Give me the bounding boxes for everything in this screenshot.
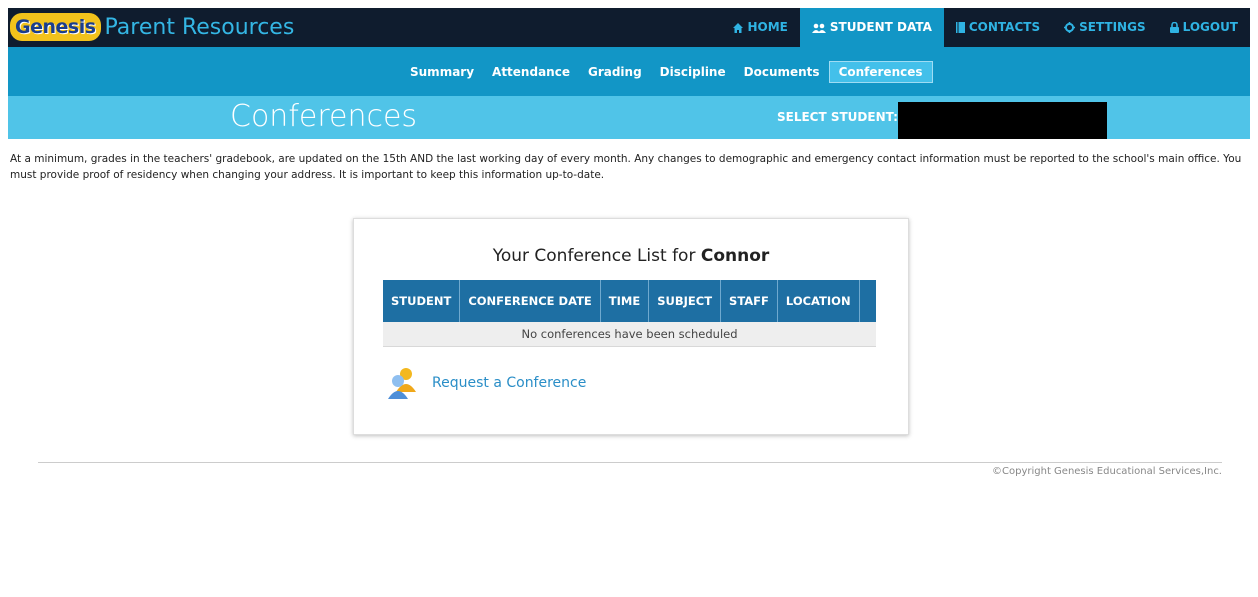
notice-text: At a minimum, grades in the teachers' gr… — [10, 153, 1242, 181]
column-extra — [859, 280, 876, 322]
sub-nav: Summary Attendance Grading Discipline Do… — [8, 47, 1250, 96]
column-subject: SUBJECT — [648, 280, 722, 322]
column-staff: STAFF — [720, 280, 778, 322]
subnav-grading[interactable]: Grading — [579, 62, 651, 82]
footer-divider — [38, 462, 1222, 463]
subnav-conferences[interactable]: Conferences — [828, 61, 933, 83]
table-header-row: STUDENT CONFERENCE DATE TIME SUBJECT STA… — [383, 280, 876, 322]
top-nav: HOME STUDENT DATA CONTACTS SETTINGS LOGO… — [721, 8, 1250, 47]
empty-message: No conferences have been scheduled — [383, 322, 876, 347]
subnav-discipline[interactable]: Discipline — [651, 62, 735, 82]
column-time: TIME — [600, 280, 650, 322]
people-icon — [388, 368, 416, 399]
app-title: Parent Resources — [104, 14, 295, 40]
request-conference[interactable]: Request a Conference — [388, 366, 586, 400]
nav-logout[interactable]: LOGOUT — [1158, 8, 1250, 47]
column-conference-date: CONFERENCE DATE — [459, 280, 601, 322]
nav-logout-label: LOGOUT — [1182, 20, 1238, 34]
conference-table: STUDENT CONFERENCE DATE TIME SUBJECT STA… — [383, 280, 876, 347]
book-icon — [955, 22, 965, 33]
lock-icon — [1169, 22, 1179, 33]
select-student-label: SELECT STUDENT: — [777, 110, 898, 124]
nav-contacts-label: CONTACTS — [968, 20, 1041, 34]
title-band: Conferences SELECT STUDENT: — [8, 96, 1250, 139]
conference-heading: Your Conference List for Connor — [354, 246, 908, 266]
nav-home-label: HOME — [747, 20, 788, 34]
page-title: Conferences — [230, 99, 418, 134]
table-row: No conferences have been scheduled — [383, 322, 876, 347]
app-logo[interactable]: Genesis Parent Resources — [10, 12, 294, 42]
nav-student-data-label: STUDENT DATA — [829, 20, 932, 34]
nav-student-data[interactable]: STUDENT DATA — [799, 8, 944, 47]
student-name: Connor — [700, 246, 770, 266]
column-student: STUDENT — [383, 280, 461, 322]
conference-heading-prefix: Your Conference List for — [492, 246, 696, 266]
nav-home[interactable]: HOME — [721, 8, 799, 47]
student-select[interactable] — [898, 102, 1107, 139]
request-conference-link[interactable]: Request a Conference — [432, 375, 586, 391]
copyright-text: ©Copyright Genesis Educational Services,… — [992, 466, 1222, 477]
gear-icon — [1064, 22, 1076, 33]
home-icon — [733, 22, 744, 33]
subnav-summary[interactable]: Summary — [401, 62, 483, 82]
conference-card: Your Conference List for Connor STUDENT … — [353, 218, 909, 435]
nav-settings-label: SETTINGS — [1079, 20, 1146, 34]
top-bar: Genesis Parent Resources HOME STUDENT DA… — [8, 8, 1250, 47]
nav-contacts[interactable]: CONTACTS — [944, 8, 1052, 47]
column-location: LOCATION — [777, 280, 860, 322]
users-icon — [811, 23, 826, 33]
subnav-attendance[interactable]: Attendance — [483, 62, 579, 82]
page-frame: Genesis Parent Resources HOME STUDENT DA… — [8, 8, 1250, 597]
subnav-documents[interactable]: Documents — [735, 62, 829, 82]
nav-settings[interactable]: SETTINGS — [1052, 8, 1158, 47]
genesis-logo: Genesis — [10, 13, 101, 41]
